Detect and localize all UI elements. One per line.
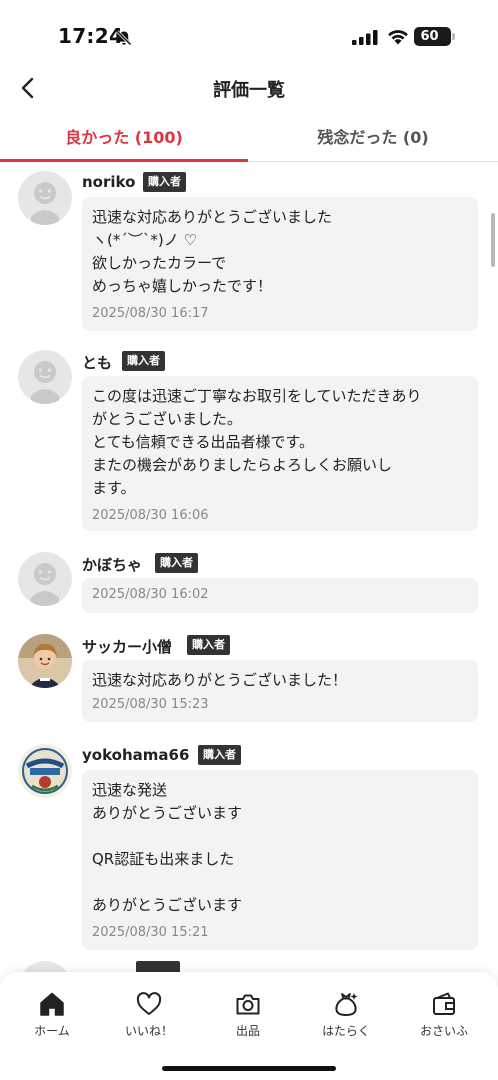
- comment-line: 迅速な対応ありがとうございました: [92, 208, 333, 226]
- wallet-icon: [433, 992, 455, 1015]
- comment-line: めっちゃ嬉しかったです！: [92, 277, 273, 295]
- avatar[interactable]: [18, 171, 72, 225]
- home-icon: [40, 992, 64, 1016]
- bottom-tab-label: 出品: [235, 1024, 260, 1038]
- comment-bubble: この度は迅速ご丁寧なお取引をしていただきあり がとうございました。 とても信頼で…: [82, 376, 478, 531]
- comment-line: 欲しかったカラーで: [92, 254, 227, 272]
- comment-line: とても信頼できる出品者様です。: [92, 433, 315, 451]
- battery-cap: [452, 33, 455, 40]
- buyer-badge: 購入者: [187, 635, 230, 655]
- photo-avatar-icon: [18, 634, 72, 688]
- comment-bubble: 迅速な対応ありがとうございました！ 2025/08/30 15:23: [82, 660, 478, 722]
- comment-line: 迅速な発送: [92, 781, 168, 799]
- comment-line: ありがとうございます: [92, 896, 243, 914]
- nav-header: 評価一覧: [0, 62, 498, 114]
- bottom-tab-bar: ホーム いいね！ 出品 はたらく おさいふ: [0, 972, 498, 1080]
- comment-line: またの機会がありましたらよろしくお願いし: [92, 456, 393, 474]
- tab-bad[interactable]: 残念だった (0): [248, 114, 498, 162]
- rating-tabs: 良かった (100) 残念だった (0): [0, 114, 498, 162]
- bottom-tab-label: いいね！: [124, 1024, 173, 1038]
- avatar[interactable]: [18, 350, 72, 404]
- bottom-tab-work[interactable]: はたらく: [306, 990, 386, 1040]
- battery-level: 60: [420, 29, 439, 44]
- active-tab-indicator: [0, 159, 248, 162]
- status-time: 17:24: [58, 24, 124, 48]
- default-avatar-icon: [18, 552, 72, 606]
- comment-line: がとうございました。: [92, 410, 243, 428]
- money-bag-icon: [335, 993, 358, 1016]
- buyer-badge: 購入者: [122, 351, 165, 371]
- comment-line: [92, 871, 468, 894]
- review-date: 2025/08/30 15:23: [92, 697, 209, 712]
- camera-icon: [236, 994, 260, 1015]
- comment-line: ます。: [92, 479, 136, 497]
- comment-bubble: 迅速な発送 ありがとうございます QR認証も出来ました ありがとうございます 2…: [82, 770, 478, 950]
- bell-off-icon: [116, 30, 132, 46]
- default-avatar-icon: [18, 171, 72, 225]
- avatar[interactable]: [18, 744, 72, 798]
- comment-bubble: 迅速な対応ありがとうございました ヽ(*´︶`*)ノ ♡ 欲しかったカラーで め…: [82, 197, 478, 331]
- page-title: 評価一覧: [213, 80, 285, 101]
- avatar[interactable]: [18, 634, 72, 688]
- bottom-tab-home[interactable]: ホーム: [12, 990, 92, 1040]
- reviewer-name[interactable]: サッカー小僧: [82, 636, 172, 657]
- reviewer-name[interactable]: yokohama66: [82, 746, 189, 764]
- home-indicator: [162, 1066, 336, 1071]
- bottom-tab-likes[interactable]: いいね！: [109, 990, 189, 1040]
- buyer-badge: 購入者: [143, 172, 186, 192]
- status-bar: 17:24 60: [0, 0, 498, 62]
- comment-line: ヽ(*´︶`*)ノ ♡: [92, 231, 197, 249]
- reviewer-name[interactable]: noriko: [82, 173, 135, 191]
- battery-icon: 60: [414, 27, 455, 46]
- scroll-indicator[interactable]: [491, 213, 495, 267]
- tab-good[interactable]: 良かった (100): [0, 114, 248, 162]
- comment-line: この度は迅速ご丁寧なお取引をしていただきあり: [92, 387, 422, 405]
- wifi-icon: [388, 30, 408, 45]
- reviewer-name[interactable]: とも: [82, 352, 112, 373]
- review-date: 2025/08/30 16:02: [92, 587, 209, 602]
- review-date: 2025/08/30 15:21: [92, 925, 209, 940]
- default-avatar-icon: [18, 350, 72, 404]
- comment-line: QR認証も出来ました: [92, 850, 235, 868]
- avatar[interactable]: [18, 552, 72, 606]
- logo-avatar-icon: [18, 744, 72, 798]
- comment-line: ありがとうございます: [92, 804, 243, 822]
- bottom-tab-label: ホーム: [34, 1024, 70, 1038]
- comment-line: [92, 825, 468, 848]
- review-date: 2025/08/30 16:06: [92, 508, 209, 523]
- cellular-signal-icon: [352, 30, 378, 45]
- bottom-tab-label: おさいふ: [419, 1024, 468, 1038]
- bottom-tab-wallet[interactable]: おさいふ: [404, 990, 484, 1040]
- bottom-tab-sell[interactable]: 出品: [208, 990, 288, 1040]
- review-date: 2025/08/30 16:17: [92, 306, 209, 321]
- heart-icon: [136, 992, 162, 1015]
- comment-bubble: 2025/08/30 16:02: [82, 578, 478, 613]
- review-list[interactable]: noriko 購入者 迅速な対応ありがとうございました ヽ(*´︶`*)ノ ♡ …: [0, 163, 498, 973]
- page: 17:24 60 評価一覧 良かった (100) 残念だった (0) norik…: [0, 0, 498, 1080]
- buyer-badge: 購入者: [198, 745, 241, 765]
- reviewer-name[interactable]: かぼちゃ: [82, 554, 142, 575]
- bottom-tab-label: はたらく: [322, 1024, 370, 1038]
- buyer-badge: 購入者: [155, 553, 198, 573]
- comment-line: 迅速な対応ありがとうございました！: [92, 671, 348, 689]
